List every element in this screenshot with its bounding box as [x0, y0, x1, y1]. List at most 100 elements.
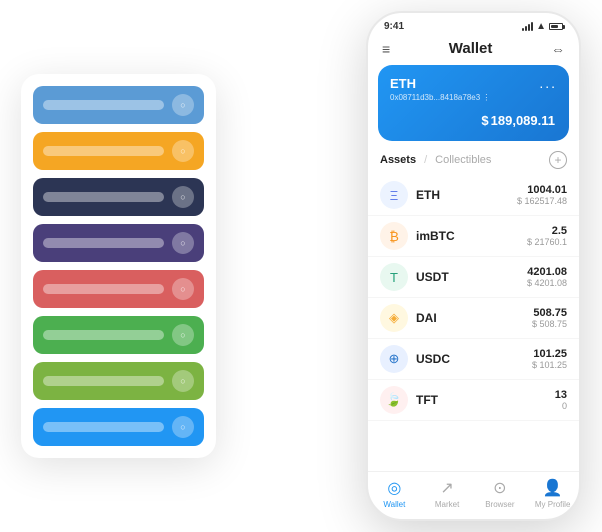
usdc-amount: 101.25: [532, 348, 567, 360]
card-bar: [43, 376, 164, 386]
asset-row-eth[interactable]: Ξ ETH 1004.01 $ 162517.48: [368, 175, 579, 216]
profile-nav-label: My Profile: [535, 500, 571, 509]
usdc-icon: ⊕: [380, 345, 408, 373]
eth-card-menu[interactable]: ...: [539, 75, 557, 91]
eth-card-top: ETH ...: [390, 75, 557, 91]
browser-nav-icon: ⊙: [493, 478, 506, 498]
signal-icon: [522, 22, 533, 31]
eth-balance: $189,089.11: [390, 108, 557, 131]
phone-header: ≡ Wallet ⇔: [368, 36, 579, 65]
assets-tabs: Assets / Collectibles: [380, 154, 491, 166]
eth-address: 0x08711d3b...8418a78e3 ⋮: [390, 93, 557, 102]
scene: ○ ○ ○ ○ ○ ○ ○ ○ 9:41: [21, 11, 581, 521]
tft-value: 0: [555, 401, 567, 411]
dai-amounts: 508.75 $ 508.75: [532, 307, 567, 329]
nav-item-wallet[interactable]: ◎ Wallet: [368, 478, 421, 509]
card-coin-icon: ○: [172, 140, 194, 162]
browser-nav-label: Browser: [485, 500, 514, 509]
dai-name: DAI: [416, 311, 532, 325]
add-asset-button[interactable]: +: [549, 151, 567, 169]
eth-icon: Ξ: [380, 181, 408, 209]
eth-name: ETH: [416, 188, 517, 202]
imbtc-value: $ 21760.1: [527, 237, 567, 247]
phone-mockup: 9:41 ▲ ≡ Wallet ⇔ ETH: [366, 11, 581, 521]
currency-symbol: $: [481, 113, 488, 128]
dai-icon: ◈: [380, 304, 408, 332]
card-coin-icon: ○: [172, 278, 194, 300]
status-bar: 9:41 ▲: [368, 13, 579, 36]
card-bar: [43, 146, 164, 156]
imbtc-name: imBTC: [416, 229, 527, 243]
usdc-name: USDC: [416, 352, 532, 366]
card-item-7[interactable]: ○: [33, 408, 204, 446]
asset-row-usdc[interactable]: ⊕ USDC 101.25 $ 101.25: [368, 339, 579, 380]
asset-row-usdt[interactable]: T USDT 4201.08 $ 4201.08: [368, 257, 579, 298]
eth-value: $ 162517.48: [517, 196, 567, 206]
card-bar: [43, 330, 164, 340]
battery-icon: [549, 23, 563, 30]
card-bar: [43, 422, 164, 432]
dai-amount: 508.75: [532, 307, 567, 319]
menu-icon[interactable]: ≡: [382, 41, 390, 57]
usdt-amounts: 4201.08 $ 4201.08: [527, 266, 567, 288]
card-coin-icon: ○: [172, 370, 194, 392]
bottom-nav: ◎ Wallet ↗ Market ⊙ Browser 👤 My Profile: [368, 471, 579, 519]
card-item-4[interactable]: ○: [33, 270, 204, 308]
wallet-nav-label: Wallet: [383, 500, 405, 509]
imbtc-amount: 2.5: [527, 225, 567, 237]
card-item-2[interactable]: ○: [33, 178, 204, 216]
card-coin-icon: ○: [172, 94, 194, 116]
card-item-0[interactable]: ○: [33, 86, 204, 124]
asset-row-dai[interactable]: ◈ DAI 508.75 $ 508.75: [368, 298, 579, 339]
nav-item-browser[interactable]: ⊙ Browser: [474, 478, 527, 509]
card-bar: [43, 238, 164, 248]
tft-amounts: 13 0: [555, 389, 567, 411]
card-coin-icon: ○: [172, 186, 194, 208]
card-item-6[interactable]: ○: [33, 362, 204, 400]
nav-item-profile[interactable]: 👤 My Profile: [526, 478, 579, 509]
tft-icon: 🍃: [380, 386, 408, 414]
wallet-nav-icon: ◎: [387, 478, 401, 498]
usdc-value: $ 101.25: [532, 360, 567, 370]
usdt-value: $ 4201.08: [527, 278, 567, 288]
card-bar: [43, 100, 164, 110]
tab-assets[interactable]: Assets: [380, 154, 416, 166]
imbtc-amounts: 2.5 $ 21760.1: [527, 225, 567, 247]
eth-amounts: 1004.01 $ 162517.48: [517, 184, 567, 206]
wifi-icon: ▲: [536, 21, 546, 32]
usdc-amounts: 101.25 $ 101.25: [532, 348, 567, 370]
card-bar: [43, 284, 164, 294]
profile-nav-icon: 👤: [543, 478, 563, 498]
card-item-1[interactable]: ○: [33, 132, 204, 170]
card-coin-icon: ○: [172, 416, 194, 438]
usdt-amount: 4201.08: [527, 266, 567, 278]
eth-wallet-card[interactable]: ETH ... 0x08711d3b...8418a78e3 ⋮ $189,08…: [378, 65, 569, 141]
asset-row-tft[interactable]: 🍃 TFT 13 0: [368, 380, 579, 421]
card-item-5[interactable]: ○: [33, 316, 204, 354]
card-coin-icon: ○: [172, 232, 194, 254]
time-display: 9:41: [384, 21, 404, 32]
tab-divider: /: [424, 154, 427, 166]
tab-collectibles[interactable]: Collectibles: [435, 154, 491, 166]
status-icons: ▲: [522, 21, 563, 32]
tft-name: TFT: [416, 393, 555, 407]
assets-header: Assets / Collectibles +: [368, 151, 579, 175]
market-nav-icon: ↗: [440, 478, 453, 498]
card-coin-icon: ○: [172, 324, 194, 346]
nav-item-market[interactable]: ↗ Market: [421, 478, 474, 509]
asset-list: Ξ ETH 1004.01 $ 162517.48 ₿ imBTC 2.5 $ …: [368, 175, 579, 471]
card-stack: ○ ○ ○ ○ ○ ○ ○ ○: [21, 74, 216, 458]
dai-value: $ 508.75: [532, 319, 567, 329]
eth-card-label: ETH: [390, 76, 416, 91]
usdt-name: USDT: [416, 270, 527, 284]
card-bar: [43, 192, 164, 202]
usdt-icon: T: [380, 263, 408, 291]
expand-icon[interactable]: ⇔: [551, 41, 565, 57]
imbtc-icon: ₿: [380, 222, 408, 250]
eth-amount: 1004.01: [517, 184, 567, 196]
market-nav-label: Market: [435, 500, 459, 509]
card-item-3[interactable]: ○: [33, 224, 204, 262]
wallet-title: Wallet: [449, 40, 493, 57]
tft-amount: 13: [555, 389, 567, 401]
asset-row-imbtc[interactable]: ₿ imBTC 2.5 $ 21760.1: [368, 216, 579, 257]
